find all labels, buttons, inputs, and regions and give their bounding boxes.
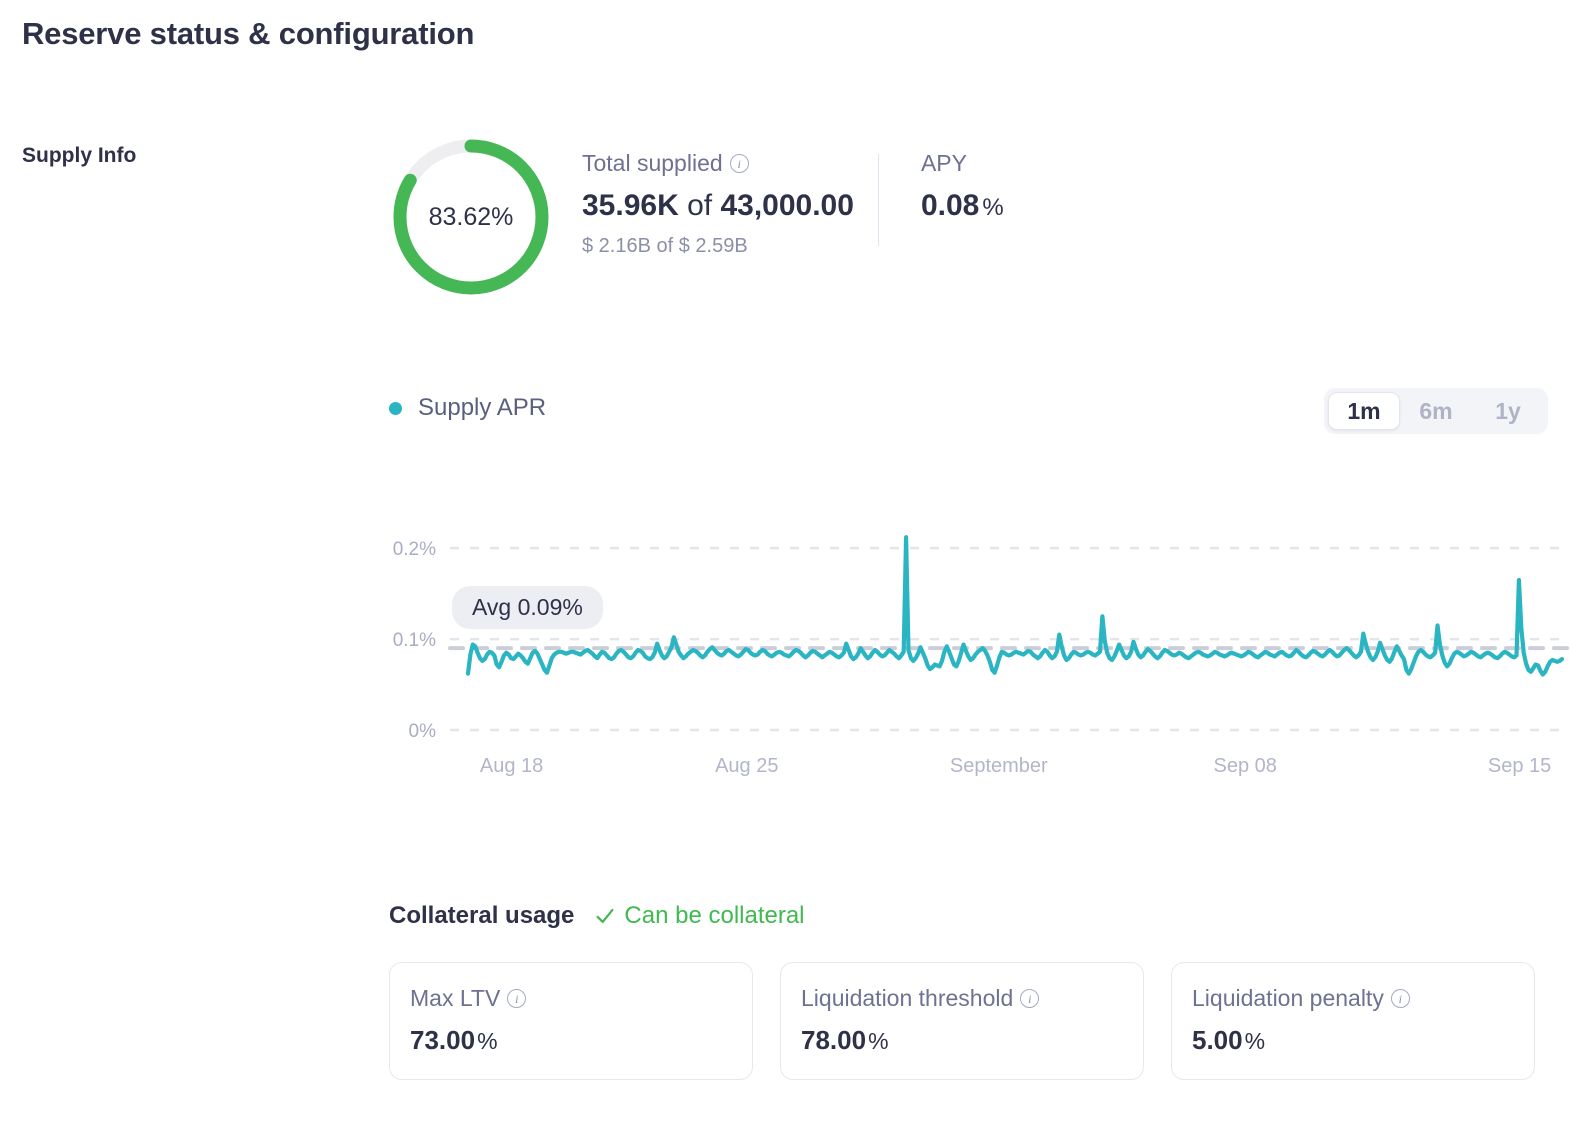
- info-icon[interactable]: [507, 989, 527, 1008]
- total-supplied-label: Total supplied: [582, 150, 854, 178]
- info-icon[interactable]: [729, 154, 749, 174]
- total-supplied-value: 35.96K of 43,000.00: [582, 189, 854, 224]
- apy-number: 0.08: [920, 188, 980, 222]
- apy-block: APY 0.08%: [921, 150, 1004, 223]
- total-supplied-amount: 35.96K: [582, 188, 679, 222]
- check-icon: [596, 908, 614, 924]
- legend-dot-icon: [389, 401, 402, 415]
- chart-x-axis-labels: Aug 18 Aug 25 September Sep 08 Sep 15: [480, 755, 1551, 777]
- total-supplied-usd: $ 2.16B of $ 2.59B: [582, 235, 748, 258]
- chart-y-axis-labels: 0% 0.1% 0.2%: [393, 539, 436, 742]
- collateral-header: Collateral usage Can be collateral: [389, 902, 805, 930]
- card-liquidation-penalty-label: Liquidation penalty: [1192, 985, 1514, 1012]
- card-liquidation-penalty-unit: %: [1244, 1028, 1266, 1054]
- supply-utilization-donut: 83.62%: [388, 134, 554, 300]
- card-liquidation-threshold-number: 78.00: [801, 1025, 867, 1055]
- card-liquidation-threshold-value: 78.00%: [801, 1025, 1123, 1056]
- range-button-1m[interactable]: 1m: [1328, 392, 1400, 430]
- legend-label: Supply APR: [418, 394, 547, 421]
- utilization-value: 83.62%: [428, 202, 514, 231]
- card-liquidation-penalty-label-text: Liquidation penalty: [1192, 985, 1384, 1011]
- chart-gridlines: [450, 546, 1570, 732]
- x-axis-tick-label: September: [950, 755, 1048, 777]
- card-liquidation-threshold: Liquidation threshold 78.00%: [780, 962, 1144, 1080]
- supply-apr-chart: 0% 0.1% 0.2% Aug 18 Aug 25 September Sep 08 Se…: [380, 505, 1570, 790]
- y-axis-tick-label: 0.1%: [393, 630, 436, 651]
- stats-divider: [877, 154, 879, 246]
- reserve-status-page: Reserve status & configuration Supply In…: [0, 0, 1570, 1136]
- apy-value: 0.08%: [921, 189, 1004, 224]
- supply-stats: Total supplied 35.96K of 43,000.00 $ 2.1…: [582, 150, 1004, 258]
- apy-label: APY: [920, 150, 967, 176]
- chart-svg: 0% 0.1% 0.2% Aug 18 Aug 25 September Sep 08 Se…: [393, 535, 1570, 777]
- x-axis-tick-label: Sep 08: [1214, 755, 1277, 777]
- x-axis-tick-label: Aug 18: [480, 755, 543, 777]
- chart-legend: Supply APR: [389, 394, 546, 422]
- apy-unit: %: [982, 193, 1004, 221]
- card-max-ltv-label-text: Max LTV: [410, 985, 501, 1011]
- info-icon[interactable]: [1020, 989, 1040, 1008]
- x-axis-tick-label: Aug 25: [715, 755, 778, 777]
- card-liquidation-penalty: Liquidation penalty 5.00%: [1171, 962, 1535, 1080]
- card-max-ltv-unit: %: [477, 1028, 498, 1054]
- page-title: Reserve status & configuration: [22, 16, 475, 51]
- apr-line-series: [465, 535, 1565, 677]
- average-badge: Avg 0.09%: [452, 586, 603, 629]
- time-range-toggle[interactable]: 1m 6m 1y: [1324, 388, 1548, 434]
- card-max-ltv: Max LTV 73.00%: [389, 962, 753, 1080]
- total-supplied-label-text: Total supplied: [582, 150, 723, 176]
- collateral-cards: Max LTV 73.00% Liquidation threshold 78.…: [389, 962, 1535, 1080]
- card-max-ltv-number: 73.00: [410, 1025, 476, 1055]
- of-word: of: [687, 188, 713, 222]
- info-icon[interactable]: [1390, 989, 1410, 1008]
- card-liquidation-penalty-number: 5.00: [1192, 1025, 1243, 1055]
- card-liquidation-threshold-label: Liquidation threshold: [801, 985, 1123, 1012]
- card-liquidation-threshold-unit: %: [868, 1028, 889, 1054]
- card-liquidation-penalty-value: 5.00%: [1192, 1025, 1514, 1056]
- card-max-ltv-value: 73.00%: [410, 1025, 732, 1056]
- total-supplied-block: Total supplied 35.96K of 43,000.00 $ 2.1…: [582, 150, 854, 258]
- collateral-status-text: Can be collateral: [624, 902, 805, 929]
- card-max-ltv-label: Max LTV: [410, 985, 732, 1012]
- y-axis-tick-label: 0%: [409, 721, 437, 742]
- range-button-1y[interactable]: 1y: [1472, 392, 1544, 430]
- total-supplied-cap: 43,000.00: [720, 188, 854, 222]
- range-button-6m[interactable]: 6m: [1400, 392, 1472, 430]
- supply-info-label: Supply Info: [22, 144, 137, 167]
- y-axis-tick-label: 0.2%: [393, 539, 436, 560]
- x-axis-tick-label: Sep 15: [1488, 755, 1551, 777]
- collateral-usage-title: Collateral usage: [389, 902, 575, 929]
- card-liquidation-threshold-label-text: Liquidation threshold: [801, 985, 1014, 1011]
- collateral-status-badge: Can be collateral: [594, 902, 805, 930]
